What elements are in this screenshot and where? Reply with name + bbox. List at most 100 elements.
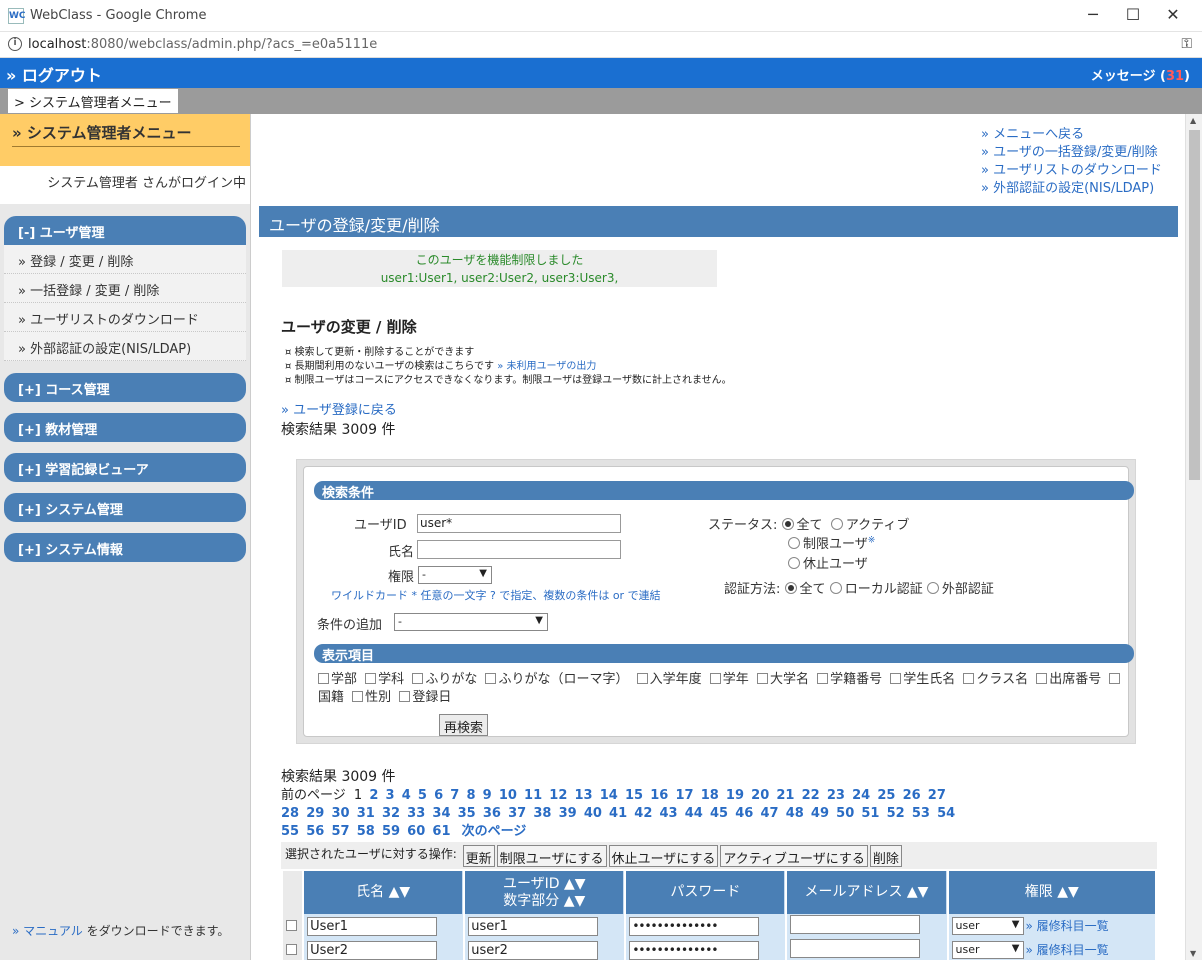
page-link[interactable]: 20 bbox=[751, 788, 769, 803]
link-external-auth[interactable]: » 外部認証の設定(NIS/LDAP) bbox=[981, 181, 1154, 196]
scrollbar-thumb[interactable] bbox=[1189, 130, 1200, 480]
info-icon[interactable]: i bbox=[8, 37, 22, 51]
status-limited-radio[interactable] bbox=[788, 537, 800, 549]
page-link[interactable]: 55 bbox=[281, 824, 299, 839]
page-link[interactable]: 47 bbox=[760, 806, 778, 821]
scroll-up-icon[interactable]: ▲ bbox=[1190, 116, 1196, 125]
page-link[interactable]: 33 bbox=[407, 806, 425, 821]
activate-user-button[interactable]: アクティブユーザにする bbox=[720, 845, 868, 867]
display-item-checkbox[interactable] bbox=[1109, 673, 1121, 684]
display-item-checkbox[interactable] bbox=[817, 673, 829, 684]
page-link[interactable]: 49 bbox=[811, 806, 829, 821]
page-link[interactable]: 59 bbox=[382, 824, 400, 839]
status-suspended-radio[interactable] bbox=[788, 557, 800, 569]
page-link[interactable]: 34 bbox=[432, 806, 450, 821]
limit-user-button[interactable]: 制限ユーザにする bbox=[496, 845, 607, 867]
display-item-checkbox[interactable] bbox=[709, 673, 721, 684]
page-link[interactable]: 37 bbox=[508, 806, 526, 821]
sidebar-item-bulk-register[interactable]: » 一括登録 / 変更 / 削除 bbox=[4, 274, 246, 303]
display-item-checkbox[interactable] bbox=[485, 673, 497, 684]
page-link[interactable]: 9 bbox=[483, 788, 492, 803]
page-link[interactable]: 12 bbox=[549, 788, 567, 803]
password-input[interactable]: •••••••••••••• bbox=[629, 916, 760, 936]
page-link[interactable]: 38 bbox=[533, 806, 551, 821]
close-icon[interactable]: ✕ bbox=[1158, 4, 1188, 26]
email-input[interactable] bbox=[790, 915, 921, 934]
messages-link[interactable]: メッセージ (31) bbox=[1091, 65, 1190, 84]
display-item-checkbox[interactable] bbox=[352, 691, 364, 702]
page-link[interactable]: 43 bbox=[660, 806, 678, 821]
unused-users-link[interactable]: » 未利用ユーザの出力 bbox=[494, 361, 596, 372]
page-link[interactable]: 5 bbox=[418, 788, 427, 803]
nav-head-system-management[interactable]: [+] システム管理 bbox=[4, 493, 246, 522]
row-checkbox[interactable] bbox=[286, 920, 298, 931]
page-link[interactable]: 11 bbox=[524, 788, 542, 803]
role-select[interactable]: - ▼ bbox=[418, 566, 492, 584]
url-text[interactable]: localhost:8080/webclass/admin.php/?acs_=… bbox=[28, 37, 377, 52]
sidebar-item-register[interactable]: » 登録 / 変更 / 削除 bbox=[4, 245, 246, 274]
page-link[interactable]: 13 bbox=[575, 788, 593, 803]
role-select[interactable]: user ▼ bbox=[951, 917, 1024, 936]
research-button[interactable]: 再検索 bbox=[439, 714, 489, 736]
page-link[interactable]: 51 bbox=[861, 806, 879, 821]
page-link[interactable]: 35 bbox=[458, 806, 476, 821]
page-link[interactable]: 18 bbox=[701, 788, 719, 803]
page-link[interactable]: 50 bbox=[836, 806, 854, 821]
page-link[interactable]: 56 bbox=[306, 824, 324, 839]
page-link[interactable]: 45 bbox=[710, 806, 728, 821]
email-input[interactable] bbox=[790, 939, 921, 958]
link-back-to-menu[interactable]: » メニューへ戻る bbox=[981, 127, 1084, 142]
auth-external-radio[interactable] bbox=[926, 582, 939, 594]
suspend-user-button[interactable]: 休止ユーザにする bbox=[608, 845, 719, 867]
sidebar-item-external-auth[interactable]: » 外部認証の設定(NIS/LDAP) bbox=[4, 332, 246, 361]
nav-head-course-management[interactable]: [+] コース管理 bbox=[4, 373, 246, 402]
page-link[interactable]: 15 bbox=[625, 788, 643, 803]
page-link[interactable]: 29 bbox=[306, 806, 324, 821]
page-link[interactable]: 40 bbox=[584, 806, 602, 821]
display-item-checkbox[interactable] bbox=[636, 673, 648, 684]
page-link[interactable]: 14 bbox=[600, 788, 618, 803]
col-role-header[interactable]: 権限 ▲▼ bbox=[948, 871, 1155, 914]
update-button[interactable]: 更新 bbox=[462, 845, 495, 867]
address-bar[interactable]: i localhost:8080/webclass/admin.php/?acs… bbox=[0, 32, 1202, 58]
key-icon[interactable]: ⚿ bbox=[1181, 36, 1192, 52]
auth-local-radio[interactable] bbox=[829, 582, 842, 594]
next-page-link[interactable]: 次のページ bbox=[462, 824, 527, 839]
display-item-checkbox[interactable] bbox=[365, 673, 377, 684]
back-to-register-link[interactable]: » ユーザ登録に戻る bbox=[281, 399, 397, 418]
page-link[interactable]: 31 bbox=[357, 806, 375, 821]
name-input[interactable]: User2 bbox=[307, 940, 438, 960]
page-link[interactable]: 26 bbox=[903, 788, 921, 803]
page-link[interactable]: 60 bbox=[407, 824, 425, 839]
maximize-icon[interactable]: ☐ bbox=[1118, 4, 1148, 26]
sidebar-item-download-list[interactable]: » ユーザリストのダウンロード bbox=[4, 303, 246, 332]
display-item-checkbox[interactable] bbox=[890, 673, 902, 684]
page-link[interactable]: 3 bbox=[386, 788, 395, 803]
page-link[interactable]: 23 bbox=[827, 788, 845, 803]
nav-head-learning-record-viewer[interactable]: [+] 学習記録ビューア bbox=[4, 453, 246, 482]
status-all-radio[interactable] bbox=[781, 518, 794, 530]
page-link[interactable]: 46 bbox=[735, 806, 753, 821]
page-link[interactable]: 42 bbox=[634, 806, 652, 821]
add-condition-select[interactable]: - ▼ bbox=[394, 613, 548, 631]
page-link[interactable]: 44 bbox=[685, 806, 703, 821]
page-link[interactable]: 28 bbox=[281, 806, 299, 821]
page-link[interactable]: 2 bbox=[369, 788, 378, 803]
display-item-checkbox[interactable] bbox=[1036, 673, 1048, 684]
row-checkbox[interactable] bbox=[286, 944, 298, 955]
page-link[interactable]: 57 bbox=[331, 824, 349, 839]
nav-head-user-management[interactable]: [-] ユーザ管理 bbox=[4, 216, 246, 245]
display-item-checkbox[interactable] bbox=[399, 691, 411, 702]
display-item-checkbox[interactable] bbox=[963, 673, 975, 684]
password-input[interactable]: •••••••••••••• bbox=[629, 940, 760, 960]
col-name-header[interactable]: 氏名 ▲▼ bbox=[304, 871, 464, 914]
role-select[interactable]: user ▼ bbox=[951, 941, 1024, 960]
delete-button[interactable]: 削除 bbox=[869, 845, 902, 867]
page-link[interactable]: 4 bbox=[402, 788, 411, 803]
page-link[interactable]: 32 bbox=[382, 806, 400, 821]
link-bulk-register[interactable]: » ユーザの一括登録/変更/削除 bbox=[981, 145, 1158, 160]
course-list-link[interactable]: » 履修科目一覧 bbox=[1026, 943, 1109, 957]
page-link[interactable]: 24 bbox=[852, 788, 870, 803]
page-link[interactable]: 30 bbox=[331, 806, 349, 821]
col-userid-header[interactable]: ユーザID ▲▼ 数字部分 ▲▼ bbox=[465, 871, 625, 914]
